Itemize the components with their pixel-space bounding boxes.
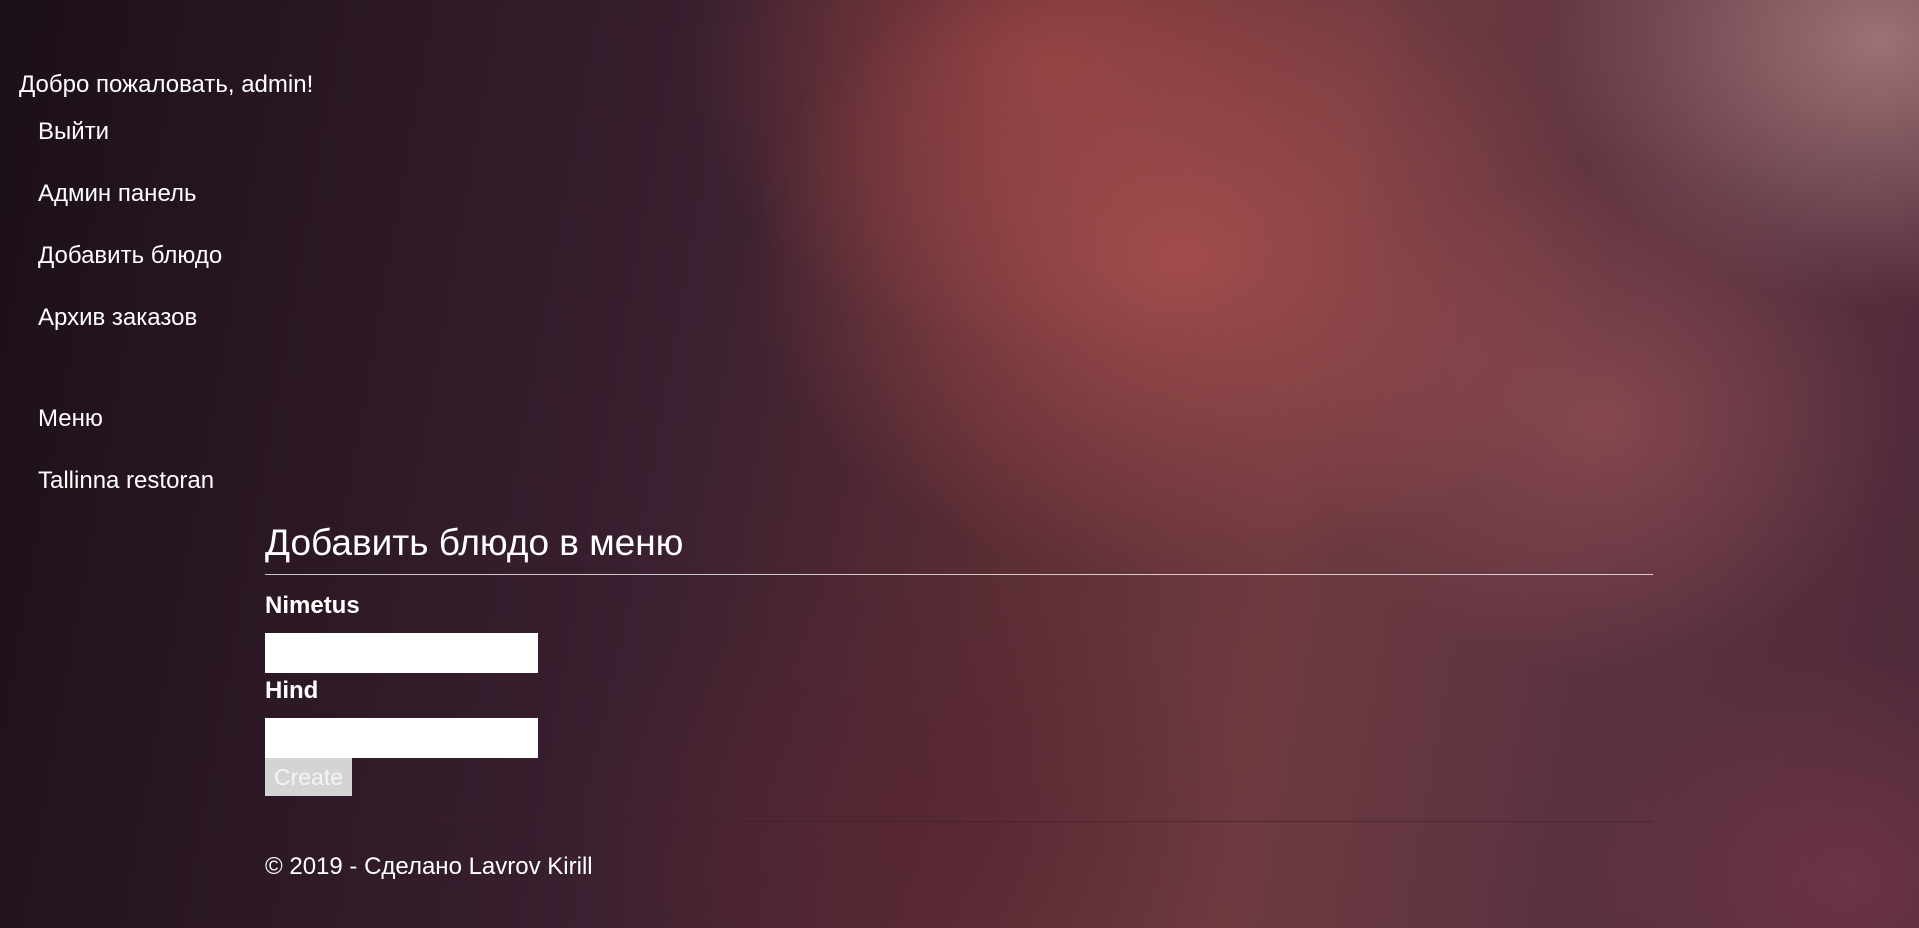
nav-item-order-archive[interactable]: Архив заказов — [38, 303, 222, 333]
nav-item-admin-panel[interactable]: Админ панель — [38, 179, 222, 209]
hind-input[interactable] — [265, 718, 538, 758]
page-title: Добавить блюдо в меню — [265, 520, 1653, 575]
site-nav: Меню Tallinna restoran — [38, 404, 214, 528]
footer-copyright: © 2019 - Сделано Lavrov Kirill — [265, 853, 593, 880]
nav-item-restaurant[interactable]: Tallinna restoran — [38, 466, 214, 496]
main-content: Добавить блюдо в меню Nimetus Hind Creat… — [265, 520, 1653, 882]
nav-item-add-dish[interactable]: Добавить блюдо — [38, 241, 222, 271]
nimetus-label: Nimetus — [265, 592, 360, 619]
nimetus-input[interactable] — [265, 633, 538, 673]
nav-item-logout[interactable]: Выйти — [38, 117, 222, 147]
footer-divider — [265, 821, 1653, 822]
welcome-message: Добро пожаловать, admin! — [19, 71, 314, 98]
hind-label: Hind — [265, 677, 319, 704]
create-button[interactable]: Create — [265, 758, 352, 796]
nav-item-menu[interactable]: Меню — [38, 404, 214, 434]
admin-nav: Выйти Админ панель Добавить блюдо Архив … — [38, 117, 222, 365]
